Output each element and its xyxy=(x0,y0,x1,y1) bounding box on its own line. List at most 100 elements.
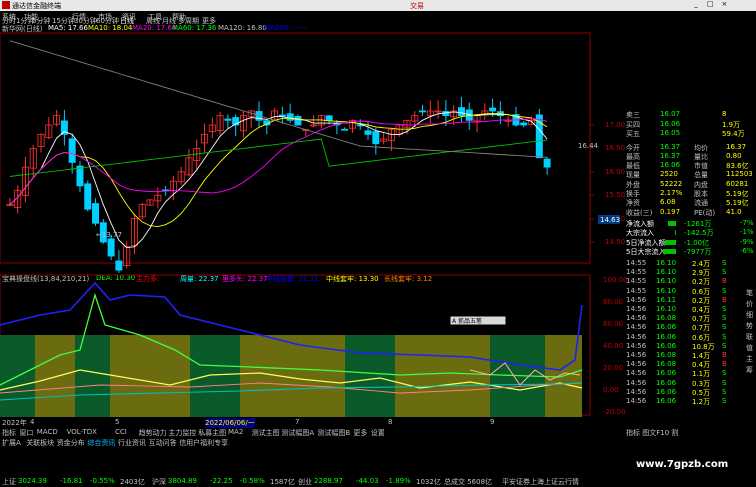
tick-time: 14:56 xyxy=(626,387,647,396)
candle-body xyxy=(224,118,232,121)
tick-side-tab[interactable]: 联 xyxy=(746,332,756,341)
order-book-row: 买五 16.05 59.4万 xyxy=(626,129,756,138)
candle-body xyxy=(442,111,450,117)
tick-price: 16.06 xyxy=(656,323,677,332)
ma-label: MA5: 17.66 xyxy=(48,24,88,32)
tick-price: 16.10 xyxy=(656,304,677,313)
tick-price: 16.08 xyxy=(656,314,677,323)
info-tab[interactable]: 行业资讯 xyxy=(118,438,146,448)
tick-price: 16.06 xyxy=(656,341,677,350)
indicator-chart[interactable]: 100.00 80.00 60.00 40.00 20.00 0.00 -20.00 A 抓品… xyxy=(0,274,628,417)
order-price: 16.06 xyxy=(660,119,681,128)
info-tab[interactable]: 扩展A xyxy=(2,438,21,448)
indicator-tab[interactable]: MACD xyxy=(37,428,58,436)
quote-stat-row: 外盘 52222 内盘 60281 xyxy=(626,180,756,189)
flow-value: -7977万 xyxy=(684,248,712,257)
stat-value: 41.0 xyxy=(726,207,742,216)
ma-label: MA120: 16.80 xyxy=(218,24,267,32)
info-tab[interactable]: 关联板块 xyxy=(26,438,54,448)
panel-footer: 指标 图文F10 割 xyxy=(626,429,679,437)
tick-time: 14:56 xyxy=(626,396,647,405)
indicator-tab[interactable]: CCI xyxy=(115,428,127,436)
indicator-tab[interactable]: 指标 xyxy=(2,428,16,438)
indicator-tab[interactable]: 更多 xyxy=(353,428,367,438)
quote-stat-row: 最低 16.06 市值 83.6亿 xyxy=(626,161,756,170)
candle-body xyxy=(278,114,286,117)
index-amount: 1032亿 xyxy=(416,478,441,486)
tick-side-tab[interactable]: 主 xyxy=(746,354,756,363)
candle-body xyxy=(543,158,551,168)
tick-side-tab[interactable]: 值 xyxy=(746,343,756,352)
candle-body xyxy=(489,107,497,112)
ma-legend: 新华网(日线) MA5: 17.66 MA10: 18.04 MA20: 17.64 M… xyxy=(0,23,590,33)
quote-stat-row: 净资 6.08 流通 5.19亿 xyxy=(626,198,756,207)
info-tab[interactable]: 信用户福利专享 xyxy=(179,438,228,448)
indicator-tab[interactable]: 趋势动力 xyxy=(139,428,167,438)
candle-body xyxy=(84,183,92,210)
candle-body xyxy=(107,238,115,257)
indicator-tab[interactable]: 主力监控 xyxy=(168,428,196,438)
ma-line xyxy=(9,40,548,158)
stat-value: 16.37 xyxy=(660,142,681,151)
candle-body xyxy=(76,165,84,187)
order-volume: 59.4万 xyxy=(722,130,745,138)
info-tab[interactable]: 综合资讯 xyxy=(87,438,115,448)
tick-side-tab[interactable]: 价 xyxy=(746,299,756,308)
ma-line xyxy=(9,138,548,177)
tick-side-tab[interactable]: 筹 xyxy=(746,365,756,374)
quote-stat-row: 换手 2.17% 股本 5.19亿 xyxy=(626,189,756,198)
tick-side-tab[interactable]: 细 xyxy=(746,310,756,319)
tick-side: S xyxy=(722,268,727,277)
svg-text:A 抓品五笔: A 抓品五笔 xyxy=(452,317,482,325)
tick-side: S xyxy=(722,369,727,378)
tick-row: 14:56 16.06 0.5万 S xyxy=(626,388,756,397)
indicator-tab[interactable]: 测试幅图A xyxy=(281,428,314,438)
stat-value: 16.37 xyxy=(726,142,747,151)
flow-label: 净流入额 xyxy=(626,219,654,228)
tick-row: 14:56 16.10 0.4万 S xyxy=(626,305,756,314)
price-axis-label: 15.50 xyxy=(605,191,625,199)
trade-link[interactable]: 交易 xyxy=(410,1,424,11)
candle-body xyxy=(286,113,294,121)
tick-side-tab[interactable]: 笔 xyxy=(746,288,756,297)
info-tab[interactable]: 互动问答 xyxy=(149,438,177,448)
ma-label: MA10: 18.04 xyxy=(88,24,133,32)
status-bar: 上证 3024.39 -16.81 -0.55% 2403亿 沪深 3804.89 -22.2… xyxy=(0,476,756,487)
index-change: -16.81 xyxy=(60,477,83,485)
current-price-label: 14.63 xyxy=(600,216,620,224)
indicator-tab[interactable]: 测试幅图B xyxy=(317,428,350,438)
index-name[interactable]: 上证 xyxy=(2,477,16,487)
candle-body xyxy=(294,116,302,126)
tick-side: B xyxy=(722,295,727,304)
indicator-tab[interactable]: MA2 xyxy=(228,428,243,436)
order-label: 买四 xyxy=(626,120,640,129)
price-chart[interactable]: 17.0016.5016.0015.5015.0014.5014.63←13.7… xyxy=(0,32,625,273)
tick-volume: 1.2万 xyxy=(692,397,711,406)
info-tab[interactable]: 资金分布 xyxy=(57,438,85,448)
tick-side: S xyxy=(722,341,727,350)
index-value: 3804.89 xyxy=(168,477,197,485)
quote-stat-row: 现量 2520 总量 112503 xyxy=(626,170,756,179)
tick-row: 14:55 16.10 0.6万 S xyxy=(626,287,756,296)
tick-time: 14:55 xyxy=(626,258,647,267)
index-name[interactable]: 创业 xyxy=(298,477,312,487)
price-axis-label: 17.00 xyxy=(605,121,625,129)
price-axis-label: 16.00 xyxy=(605,168,625,176)
signal-band xyxy=(395,335,490,417)
broker-name: 平安证券上海上证云行情 xyxy=(502,478,579,486)
quote-stat-row: 最高 16.37 量比 0.80 xyxy=(626,152,756,161)
indicator-popup[interactable]: A 抓品五笔 xyxy=(449,315,507,326)
tick-price: 16.08 xyxy=(656,360,677,369)
ma-line xyxy=(9,111,548,249)
indicator-tab[interactable]: 私募主图 xyxy=(198,428,226,438)
indicator-tab[interactable]: 设置 xyxy=(371,428,385,438)
indicator-tab[interactable]: VOL-TDX xyxy=(67,428,97,436)
indicator-tab[interactable]: 窗口 xyxy=(19,428,33,438)
candle-body xyxy=(115,260,123,271)
tick-time: 14:56 xyxy=(626,378,647,387)
tick-row: 14:56 16.06 0.7万 S xyxy=(626,323,756,332)
index-name[interactable]: 沪深 xyxy=(152,477,166,487)
tick-side-tab[interactable]: 势 xyxy=(746,321,756,330)
indicator-tab[interactable]: 测试主图 xyxy=(252,428,280,438)
app-logo-icon xyxy=(2,1,10,9)
